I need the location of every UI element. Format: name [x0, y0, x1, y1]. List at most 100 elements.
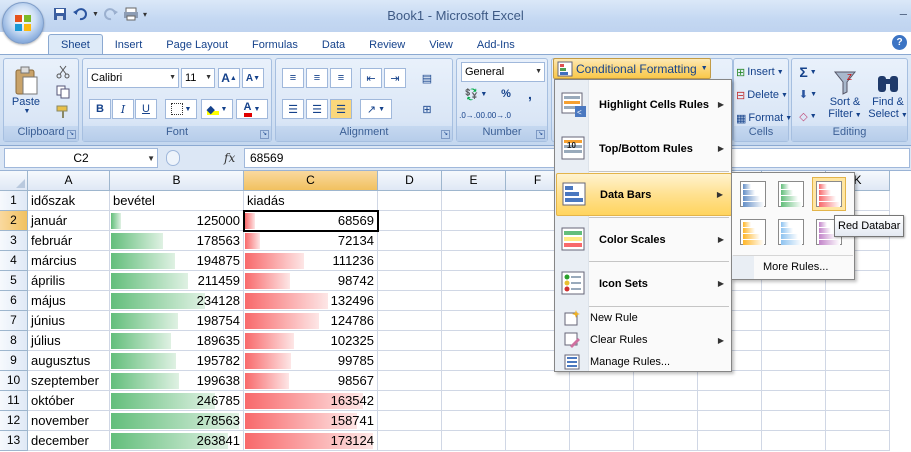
data-bar-swatch-green[interactable]: [774, 177, 808, 211]
column-header-b[interactable]: B: [110, 171, 244, 191]
row-header[interactable]: 13: [0, 431, 28, 451]
cell-j7[interactable]: [762, 311, 826, 331]
cell-k8[interactable]: [826, 331, 890, 351]
column-header-c[interactable]: C: [244, 171, 378, 191]
cell-c3[interactable]: 72134: [244, 231, 378, 251]
percent-style-button[interactable]: %: [495, 84, 517, 104]
cell-e4[interactable]: [442, 251, 506, 271]
help-icon[interactable]: ?: [892, 35, 907, 50]
name-box[interactable]: C2 ▼: [4, 148, 158, 168]
column-header-d[interactable]: D: [378, 171, 442, 191]
sort-filter-button[interactable]: Z Sort & Filter ▼: [824, 62, 866, 128]
menu-item-icon-sets[interactable]: Icon Sets ▶: [556, 262, 732, 305]
cell-e2[interactable]: [442, 211, 506, 231]
cell-d8[interactable]: [378, 331, 442, 351]
cell-i11[interactable]: [698, 391, 762, 411]
cell-j8[interactable]: [762, 331, 826, 351]
number-launcher-icon[interactable]: ↘: [536, 130, 545, 139]
cell-d10[interactable]: [378, 371, 442, 391]
data-bar-swatch-light-blue[interactable]: [774, 215, 808, 249]
office-button[interactable]: [2, 2, 44, 44]
cut-button[interactable]: [52, 62, 74, 82]
insert-cells-button[interactable]: ⊞ Insert ▼: [736, 63, 784, 81]
underline-button[interactable]: U: [135, 99, 157, 119]
paste-button[interactable]: Paste ▼: [8, 62, 44, 118]
cell-j6[interactable]: [762, 291, 826, 311]
cell-b9[interactable]: 195782: [110, 351, 244, 371]
tab-add-ins[interactable]: Add-Ins: [465, 35, 527, 54]
cell-c11[interactable]: 163542: [244, 391, 378, 411]
cell-b1[interactable]: bevétel: [110, 191, 244, 211]
cell-a4[interactable]: március: [28, 251, 110, 271]
cell-f11[interactable]: [506, 391, 570, 411]
font-launcher-icon[interactable]: ↘: [260, 130, 269, 139]
cell-b6[interactable]: 234128: [110, 291, 244, 311]
menu-item-clear-rules[interactable]: Clear Rules ▶: [556, 329, 732, 351]
autosum-icon[interactable]: Σ ▼: [795, 62, 821, 82]
borders-button[interactable]: ▼: [165, 99, 197, 119]
fill-icon[interactable]: ⬇ ▼: [795, 84, 821, 104]
cell-d1[interactable]: [378, 191, 442, 211]
row-header[interactable]: 12: [0, 411, 28, 431]
cell-g12[interactable]: [570, 411, 634, 431]
format-cells-button[interactable]: ▦ Format ▼: [736, 109, 792, 127]
cell-i12[interactable]: [698, 411, 762, 431]
tab-view[interactable]: View: [417, 35, 465, 54]
cell-e11[interactable]: [442, 391, 506, 411]
cell-j12[interactable]: [762, 411, 826, 431]
cell-k6[interactable]: [826, 291, 890, 311]
cell-e5[interactable]: [442, 271, 506, 291]
font-size-box[interactable]: 11 ▼: [181, 68, 215, 88]
column-header-e[interactable]: E: [442, 171, 506, 191]
italic-button[interactable]: I: [112, 99, 134, 119]
cell-d12[interactable]: [378, 411, 442, 431]
align-right-top-icon[interactable]: ≡: [330, 68, 352, 88]
cell-c4[interactable]: 111236: [244, 251, 378, 271]
cell-g13[interactable]: [570, 431, 634, 451]
cell-b2[interactable]: 125000: [110, 211, 244, 231]
cell-b13[interactable]: 263841: [110, 431, 244, 451]
row-header[interactable]: 1: [0, 191, 28, 211]
row-header[interactable]: 7: [0, 311, 28, 331]
cell-e8[interactable]: [442, 331, 506, 351]
cell-j11[interactable]: [762, 391, 826, 411]
accounting-format-icon[interactable]: 💱 ▼: [461, 84, 491, 104]
cell-c8[interactable]: 102325: [244, 331, 378, 351]
format-painter-button[interactable]: [52, 102, 74, 122]
delete-cells-button[interactable]: ⊟ Delete ▼: [736, 86, 788, 104]
cell-g11[interactable]: [570, 391, 634, 411]
menu-item-manage-rules[interactable]: Manage Rules...: [556, 351, 732, 373]
cell-c7[interactable]: 124786: [244, 311, 378, 331]
alignment-launcher-icon[interactable]: ↘: [441, 130, 450, 139]
increase-decimal-icon[interactable]: .0→.00: [459, 105, 485, 125]
cell-a6[interactable]: május: [28, 291, 110, 311]
row-header[interactable]: 10: [0, 371, 28, 391]
row-header[interactable]: 2: [0, 211, 28, 231]
cell-a7[interactable]: június: [28, 311, 110, 331]
cell-i10[interactable]: [698, 371, 762, 391]
cell-a2[interactable]: január: [28, 211, 110, 231]
tab-sheet[interactable]: Sheet: [48, 34, 103, 54]
cell-e1[interactable]: [442, 191, 506, 211]
cell-a10[interactable]: szeptember: [28, 371, 110, 391]
cell-f12[interactable]: [506, 411, 570, 431]
decrease-decimal-icon[interactable]: .00→.0: [485, 105, 511, 125]
bold-button[interactable]: B: [89, 99, 111, 119]
cell-c10[interactable]: 98567: [244, 371, 378, 391]
cell-e9[interactable]: [442, 351, 506, 371]
tab-insert[interactable]: Insert: [103, 35, 155, 54]
cell-c6[interactable]: 132496: [244, 291, 378, 311]
cell-a8[interactable]: július: [28, 331, 110, 351]
insert-function-button[interactable]: fx: [224, 151, 235, 165]
align-left-top-icon[interactable]: ≡: [282, 68, 304, 88]
row-header[interactable]: 6: [0, 291, 28, 311]
cell-a12[interactable]: november: [28, 411, 110, 431]
cell-i13[interactable]: [698, 431, 762, 451]
cell-j10[interactable]: [762, 371, 826, 391]
cell-f13[interactable]: [506, 431, 570, 451]
conditional-formatting-button[interactable]: Conditional Formatting ▼: [553, 58, 711, 79]
cell-e7[interactable]: [442, 311, 506, 331]
decrease-indent-icon[interactable]: ⇤: [360, 68, 382, 88]
align-bottom-icon[interactable]: ☰: [330, 99, 352, 119]
cell-c12[interactable]: 158741: [244, 411, 378, 431]
